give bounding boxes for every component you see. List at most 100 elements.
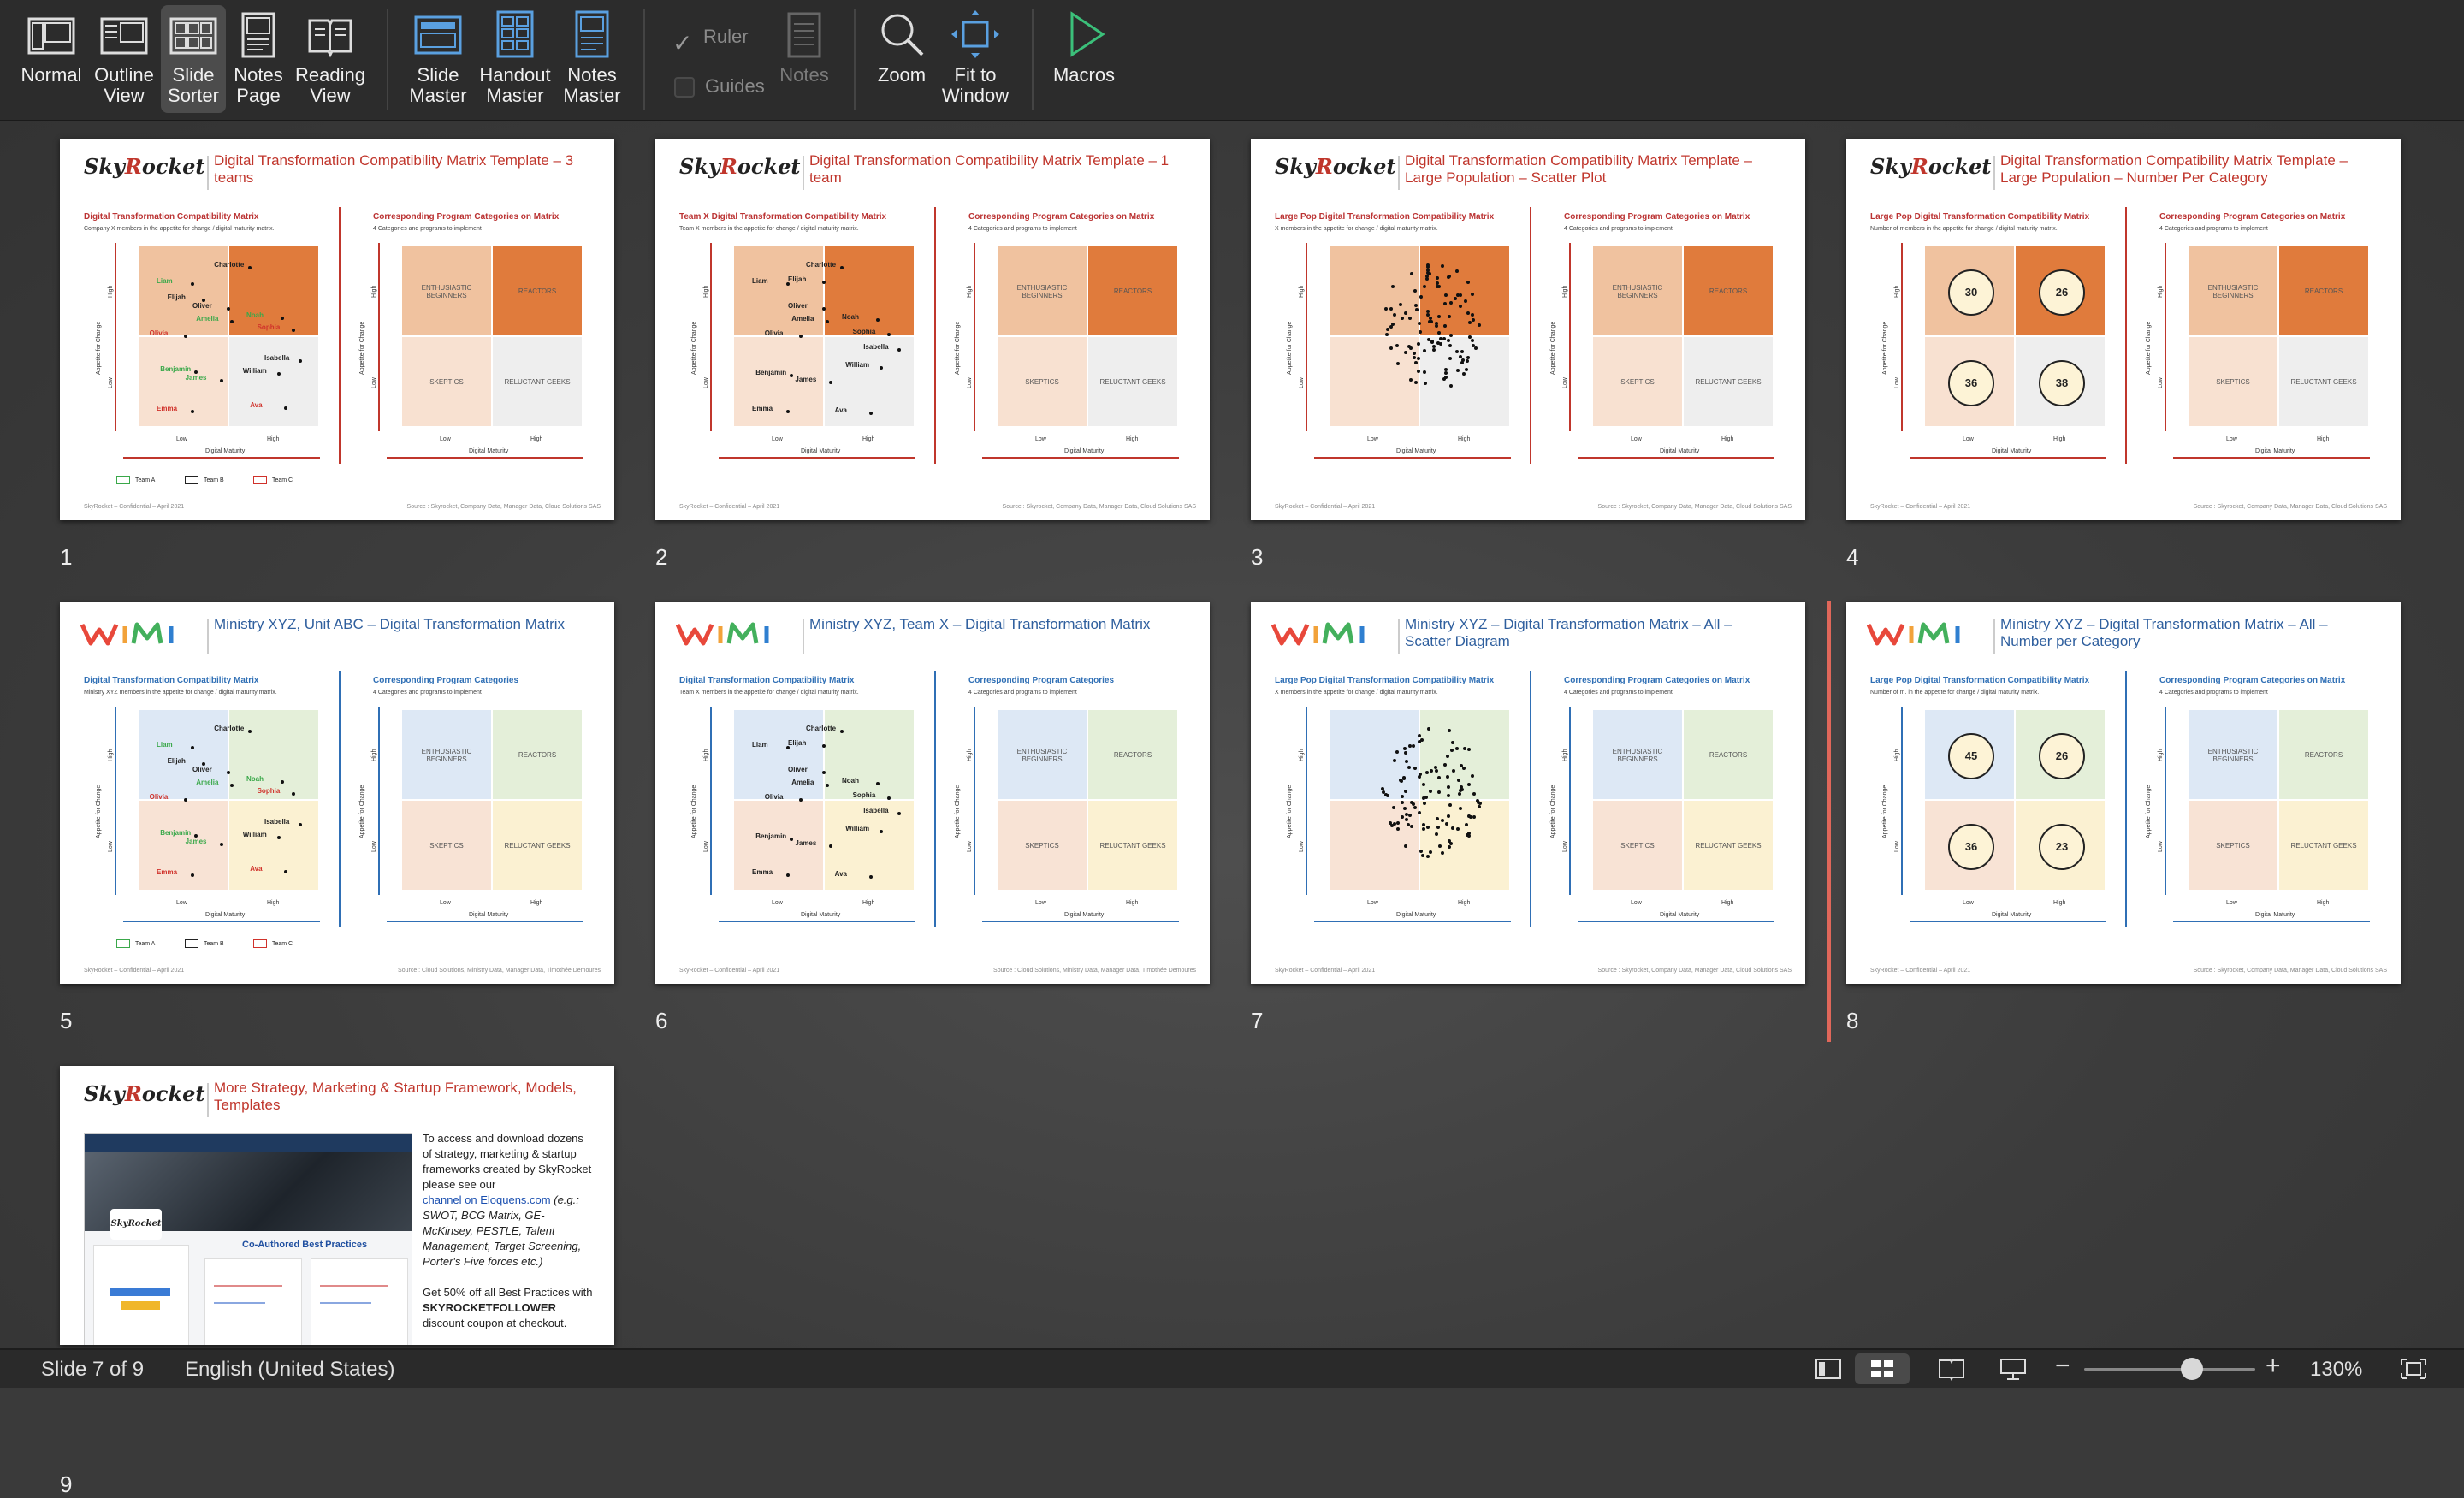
slide-sorter-status-active[interactable] bbox=[1855, 1353, 1910, 1384]
x-high-label: High bbox=[1126, 900, 1139, 906]
y-axis-arrow bbox=[1901, 707, 1903, 895]
insertion-marker bbox=[1827, 601, 1831, 1042]
x-axis-label: Digital Maturity bbox=[1396, 448, 1436, 454]
left-subtitle: Large Pop Digital Transformation Compati… bbox=[1275, 676, 1495, 685]
normal-view-status-icon[interactable] bbox=[1814, 1357, 1843, 1381]
person-marker bbox=[299, 359, 302, 363]
x-high-label: High bbox=[1126, 436, 1139, 442]
x-high-label: High bbox=[530, 436, 543, 442]
y-low-label: Low bbox=[1562, 377, 1568, 388]
person-name: Noah bbox=[842, 776, 859, 785]
x-low-label: Low bbox=[1631, 900, 1642, 906]
y-high-label: High bbox=[1894, 749, 1900, 761]
scatter-point bbox=[1418, 810, 1422, 814]
slide-thumbnail[interactable]: SkyRocket Digital Transformation Compatib… bbox=[1251, 139, 1805, 520]
fit-to-window-button[interactable]: Fit to Window bbox=[938, 5, 1013, 106]
profile-button bbox=[110, 1288, 170, 1296]
screenshot-heading: Co-Authored Best Practices bbox=[242, 1240, 368, 1250]
slide-thumbnail[interactable]: Ministry XYZ – Digital Transformation Ma… bbox=[1846, 602, 2401, 984]
status-bar: Slide 7 of 9 English (United States) − +… bbox=[0, 1348, 2464, 1388]
scatter-point bbox=[1444, 293, 1448, 297]
slide-thumbnail[interactable]: Ministry XYZ, Unit ABC – Digital Transfo… bbox=[60, 602, 614, 984]
title-separator bbox=[803, 619, 804, 654]
y-high-label: High bbox=[371, 749, 377, 761]
x-high-label: High bbox=[1458, 436, 1471, 442]
slideshow-status-icon[interactable] bbox=[1999, 1357, 2028, 1381]
category-label: RELUCTANT GEEKS bbox=[504, 842, 571, 850]
handout-master-button[interactable]: Handout Master bbox=[476, 5, 554, 106]
slide-source: Source : Skyrocket, Company Data, Manage… bbox=[1597, 504, 1792, 510]
y-high-label: High bbox=[967, 285, 973, 298]
person-name: Emma bbox=[752, 404, 773, 412]
x-low-label: Low bbox=[2226, 436, 2237, 442]
slide-master-button[interactable]: Slide Master bbox=[402, 5, 474, 106]
person-name: Elijah bbox=[788, 275, 807, 283]
count-bubble: 26 bbox=[2039, 269, 2085, 316]
column-separator bbox=[934, 207, 936, 464]
legend-swatch bbox=[116, 939, 130, 948]
slide-footer: SkyRocket – Confidential – April 2021 bbox=[84, 504, 185, 510]
slide-sorter-area: SkyRocket Digital Transformation Compatib… bbox=[0, 121, 2464, 1497]
person-marker bbox=[230, 783, 234, 787]
person-marker bbox=[798, 797, 803, 802]
slide-source: Source : Skyrocket, Company Data, Manage… bbox=[2193, 504, 2387, 510]
slide-thumbnail[interactable]: Ministry XYZ, Team X – Digital Transform… bbox=[655, 602, 1210, 984]
slide-thumbnail[interactable]: SkyRocket Digital Transformation Compatib… bbox=[60, 139, 614, 520]
notes-master-button[interactable]: Notes Master bbox=[556, 5, 628, 106]
right-description: 4 Categories and programs to implement bbox=[2159, 690, 2268, 696]
x-low-label: Low bbox=[1963, 436, 1974, 442]
category-quadrant: RELUCTANT GEEKS bbox=[1088, 801, 1177, 890]
y-high-label: High bbox=[703, 285, 709, 298]
notes-page-icon bbox=[241, 12, 275, 58]
handout-master-label-2: Master bbox=[486, 85, 544, 106]
reading-view-button[interactable]: Reading View bbox=[291, 5, 370, 106]
zoom-slider-thumb[interactable] bbox=[2181, 1358, 2203, 1380]
matrix-quadrant bbox=[229, 246, 318, 335]
wimi-logo bbox=[1271, 622, 1365, 646]
slide-thumbnail[interactable]: SkyRocket Digital Transformation Compatib… bbox=[1846, 139, 2401, 520]
language-indicator[interactable]: English (United States) bbox=[185, 1358, 394, 1382]
y-axis-arrow bbox=[1569, 707, 1571, 895]
slide-title: Digital Transformation Compatibility Mat… bbox=[2000, 152, 2348, 186]
y-high-label: High bbox=[1299, 749, 1305, 761]
fit-slide-status-icon[interactable] bbox=[2399, 1357, 2428, 1381]
zoom-percentage[interactable]: 130% bbox=[2310, 1358, 2362, 1382]
zoom-label: Zoom bbox=[877, 64, 927, 86]
y-low-label: Low bbox=[371, 841, 377, 852]
outline-view-label-1: Outline bbox=[94, 64, 154, 86]
scatter-point bbox=[1389, 324, 1393, 329]
notes-pane-button[interactable]: Notes bbox=[773, 5, 835, 86]
x-axis-arrow bbox=[1910, 921, 2106, 922]
slide-sorter-button[interactable]: Slide Sorter bbox=[161, 5, 226, 113]
person-name: Ava bbox=[250, 400, 263, 409]
slide-thumbnail[interactable]: Ministry XYZ – Digital Transformation Ma… bbox=[1251, 602, 1805, 984]
slide-thumbnail[interactable]: SkyRocket Digital Transformation Compatib… bbox=[655, 139, 1210, 520]
slide-thumbnail[interactable]: SkyRocket More Strategy, Marketing & Star… bbox=[60, 1066, 614, 1345]
macros-button[interactable]: Macros bbox=[1045, 5, 1122, 86]
notes-page-button[interactable]: Notes Page bbox=[228, 5, 289, 106]
x-high-label: High bbox=[530, 900, 543, 906]
ruler-checkbox[interactable]: ✓ Ruler bbox=[672, 26, 749, 56]
zoom-button[interactable]: Zoom bbox=[869, 5, 934, 86]
category-label: ENTHUSIASTIC BEGINNERS bbox=[2207, 284, 2259, 299]
zoom-in-icon[interactable]: + bbox=[2266, 1352, 2281, 1381]
reading-view-status-icon[interactable] bbox=[1937, 1357, 1966, 1381]
left-subtitle: Large Pop Digital Transformation Compati… bbox=[1275, 212, 1495, 222]
zoom-slider-track[interactable] bbox=[2084, 1358, 2255, 1380]
y-low-label: Low bbox=[1562, 841, 1568, 852]
right-subtitle: Corresponding Program Categories on Matr… bbox=[2159, 212, 2346, 222]
right-subtitle: Corresponding Program Categories bbox=[373, 676, 519, 685]
guides-checkbox[interactable]: Guides bbox=[674, 75, 765, 98]
person-name: Olivia bbox=[764, 792, 784, 801]
skyrocket-logo: SkyRocket bbox=[679, 154, 801, 179]
eloquens-channel-link[interactable]: channel on Eloquens.com bbox=[423, 1193, 551, 1206]
normal-view-button[interactable]: Normal bbox=[12, 5, 91, 86]
right-matrix: ENTHUSIASTIC BEGINNERS REACTORS SKEPTICS RE… bbox=[998, 246, 1177, 426]
y-axis-label: Appetite for Change bbox=[359, 785, 365, 838]
team-legend-item: Team B bbox=[185, 476, 224, 484]
outline-view-button[interactable]: Outline View bbox=[89, 5, 159, 106]
category-quadrant: REACTORS bbox=[1088, 710, 1177, 799]
zoom-out-icon[interactable]: − bbox=[2055, 1352, 2070, 1381]
category-label: SKEPTICS bbox=[2216, 378, 2250, 386]
x-high-label: High bbox=[1721, 900, 1734, 906]
